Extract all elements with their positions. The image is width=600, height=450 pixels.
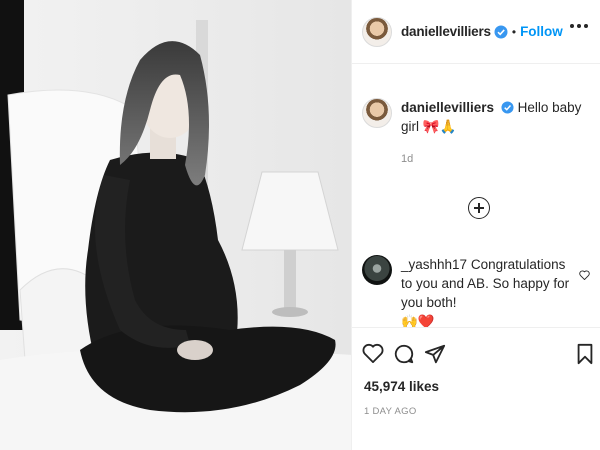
comment-icon[interactable] xyxy=(393,343,415,370)
author-avatar[interactable] xyxy=(362,16,392,47)
likes-count[interactable]: 45,974 likes xyxy=(364,379,439,394)
post-header: daniellevilliers • Follow xyxy=(352,0,600,64)
post-caption: daniellevilliers Hello baby girl 🎀🙏 xyxy=(362,98,590,136)
commenter-avatar[interactable] xyxy=(362,255,392,285)
caption-text-block: daniellevilliers Hello baby girl 🎀🙏 xyxy=(401,98,585,136)
post-photo[interactable] xyxy=(0,0,352,450)
verified-badge-icon xyxy=(494,25,508,39)
bookmark-icon[interactable] xyxy=(576,343,594,370)
post-side-panel: daniellevilliers • Follow daniellevillie… xyxy=(352,0,600,450)
caption-author-avatar[interactable] xyxy=(362,98,392,128)
caption-username[interactable]: daniellevilliers xyxy=(401,100,494,115)
post-photo-illustration xyxy=(0,0,351,450)
caption-emojis: 🎀🙏 xyxy=(422,119,457,134)
verified-badge-icon xyxy=(501,101,514,114)
share-icon[interactable] xyxy=(424,343,446,370)
comment-text-block: _yashhh17 Congratulations to you and AB.… xyxy=(401,255,579,331)
separator-dot: • xyxy=(511,24,517,39)
post-actions-bar xyxy=(352,327,600,383)
comment-username[interactable]: _yashhh17 xyxy=(401,257,467,272)
follow-button[interactable]: Follow xyxy=(520,24,563,39)
comment-item: _yashhh17 Congratulations to you and AB.… xyxy=(362,255,592,331)
comment-like-heart-icon[interactable] xyxy=(579,267,590,285)
heart-icon[interactable] xyxy=(362,343,384,368)
caption-timestamp[interactable]: 1d xyxy=(401,153,413,165)
author-username[interactable]: daniellevilliers xyxy=(401,24,491,39)
load-more-comments-icon[interactable] xyxy=(468,197,490,219)
more-options-icon[interactable] xyxy=(570,24,588,28)
post-timestamp[interactable]: 1 DAY AGO xyxy=(364,406,417,417)
